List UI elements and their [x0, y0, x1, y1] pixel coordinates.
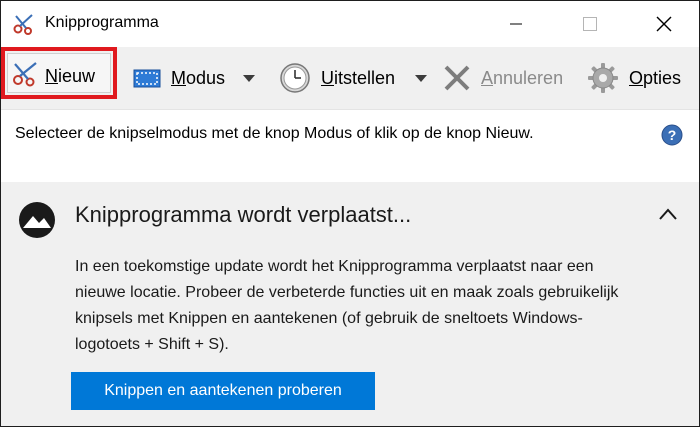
mode-dropdown-chevron-icon[interactable] — [243, 74, 256, 82]
help-icon[interactable]: ? — [661, 124, 683, 146]
close-icon — [656, 16, 672, 32]
new-label: Nieuw — [45, 66, 96, 86]
svg-text:?: ? — [668, 127, 677, 143]
minimize-button[interactable] — [493, 1, 539, 47]
cancel-label: Annuleren — [481, 67, 564, 88]
cancel-button: Annuleren — [443, 47, 577, 109]
window-title: Knipprogramma — [45, 14, 159, 31]
delay-label: Uitstellen — [321, 67, 396, 88]
toolbar: Nieuw Modus Uitstellen Annuleren Opties — [1, 47, 699, 109]
delay-dropdown-chevron-icon[interactable] — [415, 74, 428, 82]
info-bar: Selecteer de knipselmodus met de knop Mo… — [1, 109, 699, 183]
chevron-up-icon[interactable] — [657, 206, 679, 222]
options-label: Opties — [629, 67, 682, 88]
snip-sketch-icon — [19, 202, 55, 238]
notification-panel: Knipprogramma wordt verplaatst... In een… — [1, 182, 699, 426]
scissors-icon — [13, 14, 33, 35]
gear-icon — [588, 63, 618, 93]
delay-button[interactable]: Uitstellen — [279, 47, 435, 109]
notice-body: In een toekomstige update wordt het Knip… — [75, 258, 619, 353]
rectangle-select-icon — [133, 69, 161, 88]
try-snip-sketch-button[interactable]: Knippen en aantekenen proberen — [71, 372, 375, 410]
info-text: Selecteer de knipselmodus met de knop Mo… — [15, 125, 534, 142]
notice-title: Knipprogramma wordt verplaatst... — [75, 202, 412, 227]
maximize-button — [567, 1, 613, 47]
scissors-icon — [13, 62, 37, 87]
title-bar[interactable]: Knipprogramma — [1, 1, 699, 47]
x-icon — [444, 65, 470, 91]
snipping-tool-window: Knipprogramma Nieuw Modus Uitstellen Ann… — [0, 0, 700, 427]
close-button[interactable] — [641, 1, 687, 47]
new-button[interactable]: Nieuw — [1, 47, 127, 109]
maximize-icon — [583, 17, 597, 31]
mode-button[interactable]: Modus — [133, 47, 273, 109]
options-button[interactable]: Opties — [587, 47, 699, 109]
minimize-icon — [510, 23, 522, 25]
clock-icon — [280, 63, 310, 93]
mode-label: Modus — [171, 67, 226, 88]
